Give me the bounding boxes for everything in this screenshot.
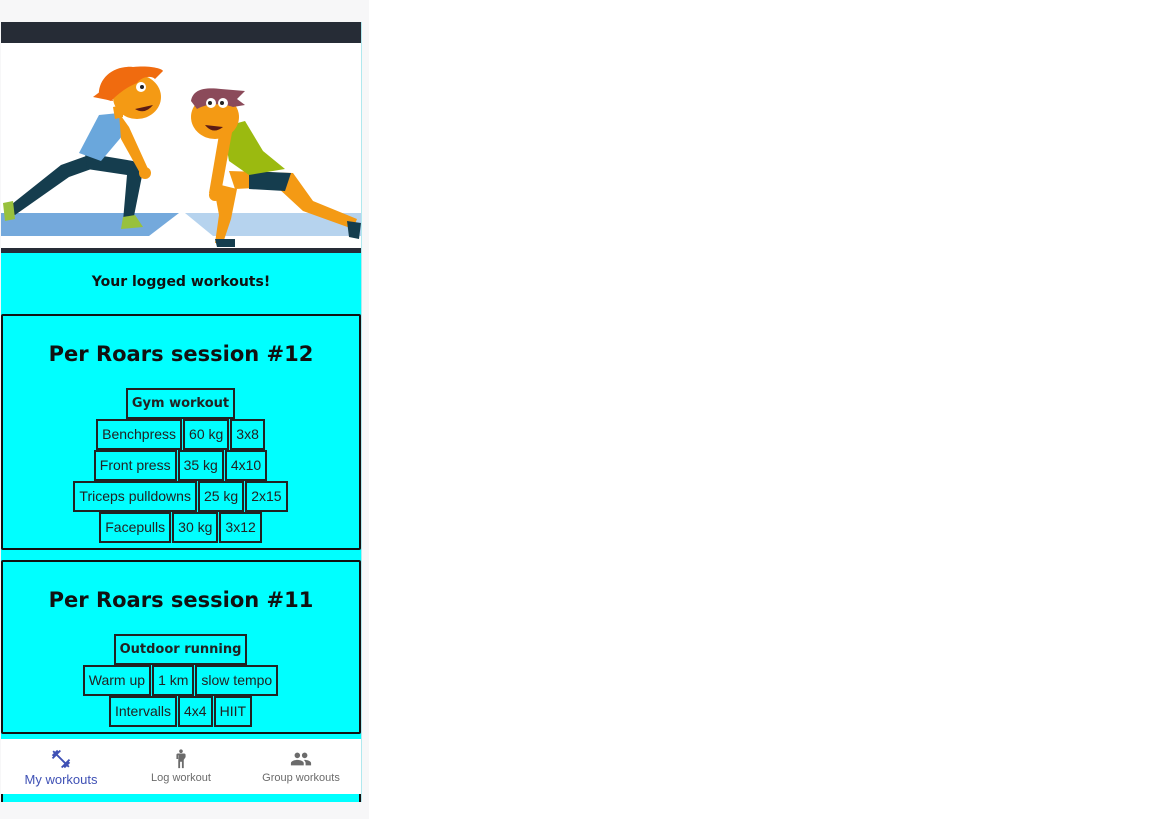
exercise-name: Front press	[93, 450, 177, 481]
exercise-sets: HIIT	[213, 696, 253, 727]
session-card: Per Roars session #12 Gym workout Benchp…	[1, 314, 361, 550]
page-heading: Your logged workouts!	[91, 274, 271, 290]
nav-log-workout[interactable]: Log workout	[121, 739, 241, 794]
exercise-row: Front press 35 kg 4x10	[93, 450, 268, 481]
hero-illustration	[1, 43, 361, 248]
session-title: Per Roars session #12	[48, 342, 314, 366]
exercise-row: Triceps pulldowns 25 kg 2x15	[73, 481, 288, 512]
dumbbell-icon	[51, 749, 71, 769]
group-icon	[290, 752, 312, 766]
workout-type: Outdoor running	[113, 634, 248, 665]
exercise-row: Facepulls 30 kg 3x12	[99, 512, 263, 543]
exercise-name: Facepulls	[99, 512, 172, 543]
exercise-name: Intervalls	[108, 696, 177, 727]
exercise-load: 35 kg	[177, 450, 224, 481]
exercise-row: Benchpress 60 kg 3x8	[96, 419, 266, 450]
exercise-load: 30 kg	[172, 512, 219, 543]
nav-my-workouts[interactable]: My workouts	[1, 739, 121, 794]
exercise-load: 1 km	[152, 665, 195, 696]
session-title: Per Roars session #11	[48, 588, 314, 612]
woman-figure	[3, 66, 163, 229]
app-viewport: Your logged workouts! Per Roars session …	[1, 22, 362, 802]
mat-left	[1, 213, 179, 236]
bottom-navigation: My workouts Log workout Group workouts	[1, 739, 361, 794]
exercise-sets: 2x15	[245, 481, 288, 512]
exercise-load: 4x4	[178, 696, 213, 727]
workout-type: Gym workout	[125, 388, 236, 419]
session-card: Per Roars session #11 Outdoor running Wa…	[1, 560, 361, 734]
exercise-sets: 4x10	[224, 450, 268, 481]
workout-table: Outdoor running Warm up 1 km slow tempo …	[3, 634, 359, 727]
exercise-sets: 3x12	[219, 512, 262, 543]
exercise-name: Benchpress	[96, 419, 183, 450]
exercise-load: 25 kg	[197, 481, 245, 512]
workout-table: Gym workout Benchpress 60 kg 3x8 Front p…	[3, 388, 359, 543]
top-bar	[1, 22, 361, 43]
nav-group-workouts[interactable]: Group workouts	[241, 739, 361, 794]
exercise-name: Warm up	[82, 665, 152, 696]
exercise-row: Warm up 1 km slow tempo	[82, 665, 279, 696]
person-walking-icon	[176, 749, 186, 769]
nav-label: Group workouts	[262, 772, 340, 784]
workout-type-row: Gym workout	[125, 388, 236, 419]
exercise-load: 60 kg	[183, 419, 230, 450]
hero-divider	[1, 248, 361, 253]
workout-type-row: Outdoor running	[113, 634, 249, 665]
exercise-sets: slow tempo	[195, 665, 279, 696]
exercise-row: Intervalls 4x4 HIIT	[108, 696, 253, 727]
bottom-edge	[1, 794, 361, 802]
nav-label: My workouts	[24, 772, 98, 787]
exercise-name: Triceps pulldowns	[73, 481, 197, 512]
exercise-sets: 3x8	[230, 419, 265, 450]
nav-label: Log workout	[151, 772, 211, 784]
